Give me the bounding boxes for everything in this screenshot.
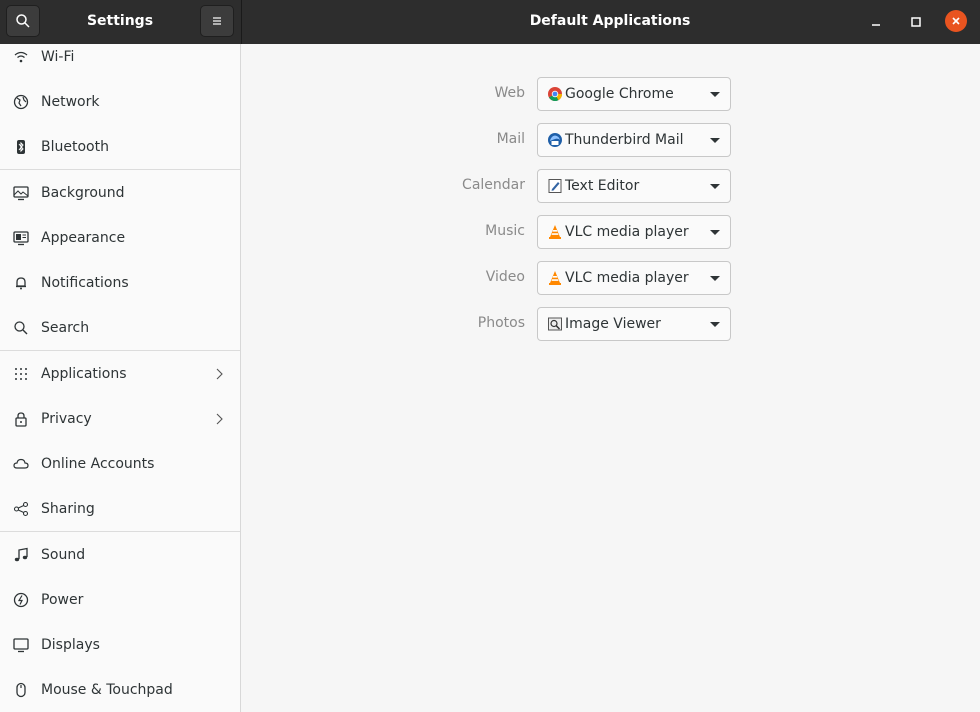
chevron-down-icon xyxy=(710,276,720,281)
sidebar-item-label: Displays xyxy=(41,636,100,653)
background-icon xyxy=(12,184,30,202)
hamburger-menu-icon xyxy=(213,17,221,25)
maximize-button[interactable] xyxy=(904,10,928,34)
music-app-value: VLC media player xyxy=(565,224,689,240)
sidebar-item-displays[interactable]: Displays xyxy=(0,622,240,667)
sidebar-item-label: Sharing xyxy=(41,500,95,517)
sidebar-item-label: Search xyxy=(41,319,90,336)
chevron-down-icon xyxy=(710,230,720,235)
minimize-button[interactable] xyxy=(864,10,888,34)
mail-app-dropdown[interactable]: Thunderbird Mail xyxy=(537,123,731,157)
search-button[interactable] xyxy=(6,5,40,37)
calendar-app-dropdown[interactable]: Text Editor xyxy=(537,169,731,203)
mouse-icon xyxy=(12,681,30,699)
sidebar-item-label: Sound xyxy=(41,546,86,563)
sidebar-item-label: Privacy xyxy=(41,410,92,427)
maximize-icon xyxy=(911,17,921,27)
calendar-app-value: Text Editor xyxy=(565,178,640,194)
search-icon xyxy=(16,14,30,28)
sidebar-item-label: Bluetooth xyxy=(41,138,109,155)
sidebar-item-power[interactable]: Power xyxy=(0,577,240,622)
mail-app-value: Thunderbird Mail xyxy=(565,132,684,148)
close-icon xyxy=(952,17,960,25)
chevron-down-icon xyxy=(710,184,720,189)
chrome-icon xyxy=(548,87,563,102)
chevron-right-icon xyxy=(216,413,223,424)
sidebar-item-appearance[interactable]: Appearance xyxy=(0,215,240,260)
wifi-icon xyxy=(12,48,30,66)
default-applications-panel: Web Google Chrome Mail Thunderbird Mail … xyxy=(242,44,980,712)
sidebar-item-label: Power xyxy=(41,591,84,608)
appearance-icon xyxy=(12,229,30,247)
header-bar: Settings Default Applications xyxy=(0,0,980,44)
search-icon xyxy=(12,319,30,337)
sidebar-item-mouse-touchpad[interactable]: Mouse & Touchpad xyxy=(0,667,240,712)
photos-app-dropdown[interactable]: Image Viewer xyxy=(537,307,731,341)
sidebar-item-search[interactable]: Search xyxy=(0,305,240,350)
photos-app-value: Image Viewer xyxy=(565,316,661,332)
music-app-dropdown[interactable]: VLC media player xyxy=(537,215,731,249)
power-icon xyxy=(12,591,30,609)
sidebar-item-label: Notifications xyxy=(41,274,129,291)
minimize-icon xyxy=(872,24,880,26)
calendar-label: Calendar xyxy=(462,177,525,193)
menu-button[interactable] xyxy=(200,5,234,37)
apps-grid-icon xyxy=(12,365,30,383)
sidebar-item-label: Wi-Fi xyxy=(41,48,75,65)
photos-label: Photos xyxy=(477,315,525,331)
bell-icon xyxy=(12,274,30,292)
music-note-icon xyxy=(12,546,30,564)
video-app-dropdown[interactable]: VLC media player xyxy=(537,261,731,295)
image-viewer-icon xyxy=(548,317,562,331)
sidebar-item-label: Background xyxy=(41,184,125,201)
sidebar-item-privacy[interactable]: Privacy xyxy=(0,396,240,441)
display-icon xyxy=(12,636,30,654)
sidebar-item-sound[interactable]: Sound xyxy=(0,532,240,577)
chevron-down-icon xyxy=(710,322,720,327)
video-label: Video xyxy=(485,269,525,285)
sidebar-item-applications[interactable]: Applications xyxy=(0,351,240,396)
sidebar-item-online-accounts[interactable]: Online Accounts xyxy=(0,441,240,486)
share-icon xyxy=(12,500,30,518)
chevron-down-icon xyxy=(710,92,720,97)
text-editor-icon xyxy=(548,179,562,193)
mail-label: Mail xyxy=(496,131,525,147)
thunderbird-icon xyxy=(548,133,562,147)
sidebar-item-label: Applications xyxy=(41,365,127,382)
sidebar-item-notifications[interactable]: Notifications xyxy=(0,260,240,305)
sidebar-item-wifi[interactable]: Wi-Fi xyxy=(0,44,240,79)
app-title: Settings xyxy=(86,13,154,29)
sidebar-item-label: Network xyxy=(41,93,100,110)
sidebar-item-network[interactable]: Network xyxy=(0,79,240,124)
chevron-right-icon xyxy=(216,368,223,379)
lock-icon xyxy=(12,410,30,428)
cloud-icon xyxy=(12,455,30,473)
web-app-dropdown[interactable]: Google Chrome xyxy=(537,77,731,111)
sidebar-item-label: Online Accounts xyxy=(41,455,155,472)
music-label: Music xyxy=(485,223,525,239)
sidebar: Wi-Fi Network Bluetooth Background Appea… xyxy=(0,44,241,712)
video-app-value: VLC media player xyxy=(565,270,689,286)
web-app-value: Google Chrome xyxy=(565,86,674,102)
close-button[interactable] xyxy=(945,10,967,32)
vlc-icon xyxy=(549,225,561,239)
sidebar-item-background[interactable]: Background xyxy=(0,170,240,215)
web-label: Web xyxy=(494,85,525,101)
sidebar-item-label: Mouse & Touchpad xyxy=(41,681,173,698)
bluetooth-icon xyxy=(12,138,30,156)
sidebar-item-label: Appearance xyxy=(41,229,126,246)
sidebar-item-sharing[interactable]: Sharing xyxy=(0,486,240,531)
chevron-down-icon xyxy=(710,138,720,143)
network-icon xyxy=(12,93,30,111)
sidebar-item-bluetooth[interactable]: Bluetooth xyxy=(0,124,240,169)
vlc-icon xyxy=(549,271,561,285)
